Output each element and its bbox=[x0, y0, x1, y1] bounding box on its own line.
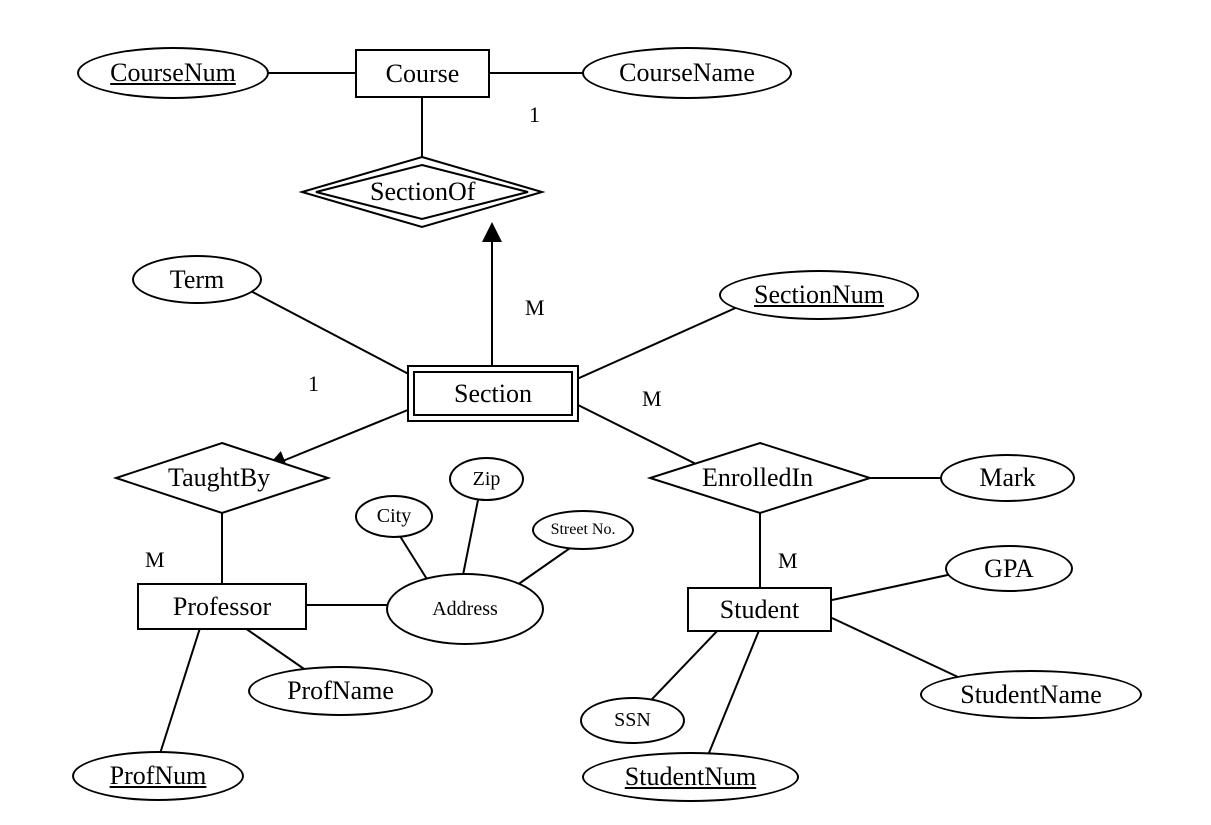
relationship-enrolledin-label: EnrolledIn bbox=[702, 463, 813, 493]
relationship-sectionof-label: SectionOf bbox=[370, 177, 475, 207]
diamonds-layer bbox=[0, 0, 1211, 825]
er-diagram: Course Section Professor Student Section… bbox=[0, 0, 1211, 825]
relationship-taughtby-label: TaughtBy bbox=[168, 463, 270, 493]
